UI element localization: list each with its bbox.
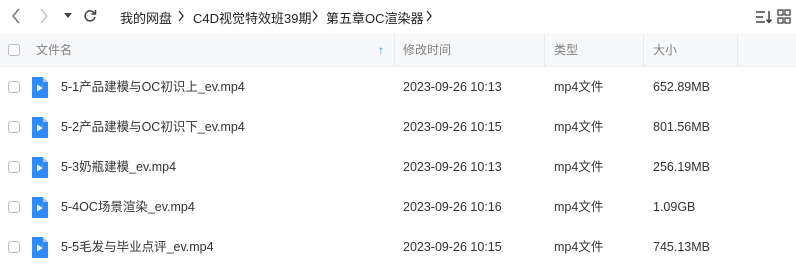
chevron-left-icon (11, 8, 20, 24)
breadcrumb-current[interactable]: 第五章OC渲染器 (326, 8, 424, 27)
column-header-type[interactable]: 类型 (554, 34, 578, 66)
file-size: 652.89MB (653, 80, 710, 94)
column-header-name[interactable]: 文件名 (36, 34, 72, 66)
file-row[interactable]: 5-3奶瓶建模_ev.mp4 2023-09-26 10:13 mp4文件 25… (0, 147, 796, 187)
file-modified: 2023-09-26 10:15 (403, 240, 502, 254)
file-size: 1.09GB (653, 200, 696, 214)
column-divider[interactable] (643, 34, 644, 66)
file-modified: 2023-09-26 10:13 (403, 80, 502, 94)
row-checkbox[interactable] (8, 201, 20, 213)
view-mode-button[interactable] (776, 7, 792, 27)
sort-ascending-icon[interactable]: ↑ (378, 34, 384, 66)
history-dropdown[interactable] (57, 4, 79, 28)
column-divider[interactable] (394, 34, 395, 66)
breadcrumb-item[interactable]: 我的网盘 (120, 8, 172, 27)
breadcrumb-separator-icon (312, 10, 318, 22)
refresh-icon (84, 10, 97, 22)
file-type: mp4文件 (554, 200, 604, 214)
file-row[interactable]: 5-2产品建模与OC初识下_ev.mp4 2023-09-26 10:15 mp… (0, 107, 796, 147)
file-type: mp4文件 (554, 80, 604, 94)
video-file-icon (32, 237, 48, 258)
breadcrumb-item[interactable]: C4D视觉特效班39期 (193, 8, 311, 27)
file-row[interactable]: 5-4OC场景渲染_ev.mp4 2023-09-26 10:16 mp4文件 … (0, 187, 796, 227)
row-checkbox[interactable] (8, 161, 20, 173)
select-all-checkbox[interactable] (8, 44, 20, 56)
video-file-icon (32, 197, 48, 218)
video-file-icon (32, 117, 48, 138)
column-divider[interactable] (544, 34, 545, 66)
column-header-size[interactable]: 大小 (653, 34, 677, 66)
column-header-modified[interactable]: 修改时间 (403, 34, 451, 66)
breadcrumb-separator-icon (178, 10, 184, 22)
sort-icon (756, 11, 773, 24)
file-modified: 2023-09-26 10:13 (403, 160, 502, 174)
file-name[interactable]: 5-5毛发与毕业点评_ev.mp4 (61, 227, 214, 267)
caret-down-icon (64, 13, 72, 18)
file-name[interactable]: 5-3奶瓶建模_ev.mp4 (61, 147, 176, 187)
toolbar: 我的网盘 C4D视觉特效班39期 第五章OC渲染器 (0, 0, 796, 34)
file-type: mp4文件 (554, 240, 604, 254)
breadcrumb-separator-icon (426, 10, 432, 22)
file-size: 801.56MB (653, 120, 710, 134)
file-row[interactable]: 5-1产品建模与OC初识上_ev.mp4 2023-09-26 10:13 mp… (0, 67, 796, 107)
row-checkbox[interactable] (8, 241, 20, 253)
back-button[interactable] (4, 4, 28, 28)
row-checkbox[interactable] (8, 121, 20, 133)
column-divider[interactable] (737, 34, 738, 66)
file-type: mp4文件 (554, 160, 604, 174)
column-header: 文件名 ↑ 修改时间 类型 大小 (0, 34, 796, 67)
file-name[interactable]: 5-4OC场景渲染_ev.mp4 (61, 187, 195, 227)
file-size: 745.13MB (653, 240, 710, 254)
video-file-icon (32, 157, 48, 178)
file-name[interactable]: 5-2产品建模与OC初识下_ev.mp4 (61, 107, 245, 147)
row-checkbox[interactable] (8, 81, 20, 93)
sort-button[interactable] (754, 7, 774, 27)
forward-button[interactable] (32, 4, 56, 28)
refresh-button[interactable] (78, 4, 102, 28)
grid-view-icon (777, 9, 791, 24)
file-type: mp4文件 (554, 120, 604, 134)
file-row[interactable]: 5-5毛发与毕业点评_ev.mp4 2023-09-26 10:15 mp4文件… (0, 227, 796, 267)
file-name[interactable]: 5-1产品建模与OC初识上_ev.mp4 (61, 67, 245, 107)
video-file-icon (32, 77, 48, 98)
file-size: 256.19MB (653, 160, 710, 174)
file-modified: 2023-09-26 10:15 (403, 120, 502, 134)
file-modified: 2023-09-26 10:16 (403, 200, 502, 214)
chevron-right-icon (40, 8, 49, 24)
